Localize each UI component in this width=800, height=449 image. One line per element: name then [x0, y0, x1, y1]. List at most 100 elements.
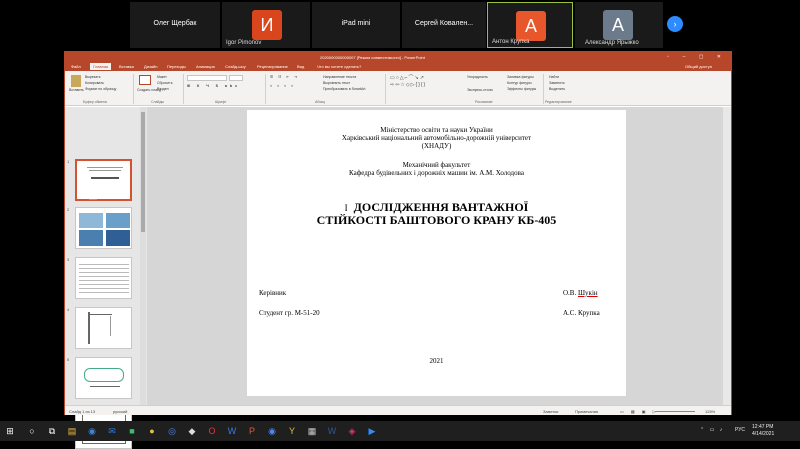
paste-icon[interactable]	[71, 75, 81, 87]
slide-thumbnail[interactable]	[75, 307, 132, 349]
avatar: И	[252, 10, 282, 40]
chrome-icon[interactable]: ◎	[166, 425, 178, 437]
system-tray-icons[interactable]: ⌃ ▭ ♪	[700, 427, 724, 433]
tell-me-search[interactable]: Что вы хотите сделать?	[317, 64, 361, 69]
opera-icon[interactable]: O	[206, 425, 218, 437]
shapes-gallery[interactable]: ▭○△⌐⌒↘↗ ⇨⇦☆◇▷{}()	[390, 75, 465, 97]
store-icon[interactable]: ■	[126, 425, 138, 437]
find-button[interactable]: Найти	[549, 75, 559, 79]
app-icon[interactable]: ◉	[86, 425, 98, 437]
thumb-number: 4	[67, 307, 70, 312]
slide-year: 2021	[429, 357, 444, 365]
clock-time[interactable]: 12:47 PM	[752, 424, 773, 430]
font-format-buttons[interactable]: Ж К Ч S abc	[187, 84, 240, 88]
slide-thumbnail-selected[interactable]	[75, 159, 132, 201]
layout-button[interactable]: Макет	[157, 75, 167, 79]
slide-canvas: Міністерство освіти та науки України Хар…	[147, 107, 723, 405]
tab-review[interactable]: Рецензирование	[257, 64, 288, 69]
paste-button[interactable]: Вставить	[69, 88, 84, 92]
participant-tile[interactable]: Олег Щербак	[130, 2, 220, 48]
powerpoint-icon[interactable]: P	[246, 425, 258, 437]
app-icon[interactable]: ●	[146, 425, 158, 437]
group-label: Абзац	[315, 100, 325, 104]
align-text-button[interactable]: Выровнять текст	[323, 81, 350, 85]
shape-outline-button[interactable]: Контур фигуры	[507, 81, 531, 85]
participant-name: Сергей Ковален...	[414, 20, 474, 27]
list-buttons[interactable]: ☰ ☷ ⇤ ⇥	[270, 75, 299, 79]
slide-title[interactable]: I ДОСЛІДЖЕННЯ ВАНТАЖНОЇ СТІЙКОСТІ БАШТОВ…	[247, 201, 626, 226]
ministry-text: Міністерство освіти та науки України	[380, 126, 493, 134]
app-icon[interactable]: ◈	[346, 425, 358, 437]
copy-button[interactable]: Копировать	[85, 81, 104, 85]
new-slide-icon[interactable]	[139, 75, 151, 85]
view-buttons[interactable]: ▭ ▦ ▣ ▷	[620, 409, 659, 414]
language-indicator[interactable]: РУС	[735, 427, 745, 433]
tab-insert[interactable]: Вставка	[119, 64, 134, 69]
search-icon[interactable]: ○	[26, 425, 38, 437]
word-icon[interactable]: W	[226, 425, 238, 437]
participant-tile[interactable]: А Александр Ярыжко	[575, 2, 663, 48]
text-direction-button[interactable]: Направление текста	[323, 75, 356, 79]
task-view-icon[interactable]: ⧉	[46, 425, 58, 437]
cut-button[interactable]: Вырезать	[85, 75, 101, 79]
file-explorer-icon[interactable]: ▤	[66, 425, 78, 437]
shape-fill-button[interactable]: Заливка фигуры	[507, 75, 534, 79]
tab-design[interactable]: Дизайн	[144, 64, 157, 69]
divider	[183, 74, 184, 104]
tab-slideshow[interactable]: Слайд-шоу	[225, 64, 246, 69]
slide-thumbnail[interactable]	[75, 207, 132, 249]
app-icon[interactable]: ▦	[306, 425, 318, 437]
participant-tile-active[interactable]: А Антон Крупка	[487, 2, 573, 48]
participant-tile[interactable]: Сергей Ковален...	[402, 2, 486, 48]
faculty-text: Механічний факультет	[402, 161, 471, 169]
replace-button[interactable]: Заменить	[549, 81, 565, 85]
faculty-block: Механічний факультет Кафедра будівельних…	[247, 161, 626, 177]
comments-button[interactable]: Примечания	[575, 409, 598, 414]
font-size-select[interactable]	[229, 75, 243, 81]
slide-thumbnail[interactable]	[75, 357, 132, 399]
language-indicator[interactable]: русский	[113, 409, 127, 414]
mail-icon[interactable]: ✉	[106, 425, 118, 437]
font-family-select[interactable]	[187, 75, 227, 81]
app-icon[interactable]: W	[326, 425, 338, 437]
windows-start-icon[interactable]: ⊞	[4, 425, 16, 437]
next-participants-button[interactable]: ›	[667, 16, 683, 32]
tab-file[interactable]: Файл	[71, 64, 81, 69]
tab-animations[interactable]: Анимация	[196, 64, 215, 69]
yandex-icon[interactable]: Y	[286, 425, 298, 437]
app-icon[interactable]: ◆	[186, 425, 198, 437]
reset-button[interactable]: Сбросить	[157, 81, 173, 85]
group-label: Буфер обмена	[83, 100, 107, 104]
group-label: Шрифт	[215, 100, 227, 104]
section-button[interactable]: Раздел	[157, 87, 169, 91]
participant-tile[interactable]: И Igor Pimonov	[222, 2, 310, 48]
tab-home[interactable]: Главная	[90, 63, 112, 70]
format-painter-button[interactable]: Формат по образцу	[85, 87, 116, 91]
notes-button[interactable]: Заметки	[543, 409, 558, 414]
clock-date[interactable]: 4/14/2021	[752, 431, 774, 437]
smartart-button[interactable]: Преобразовать в SmartArt	[323, 87, 365, 91]
zoom-slider[interactable]	[655, 411, 695, 412]
thumb-number: 2	[67, 207, 70, 212]
select-button[interactable]: Выделить	[549, 87, 565, 91]
zoom-app-icon[interactable]: ▶	[366, 425, 378, 437]
thumb-number: 5	[67, 357, 70, 362]
department-text: Кафедра будівельних і дорожніх машин ім.…	[349, 169, 524, 177]
slide-thumbnail[interactable]	[75, 257, 132, 299]
thumbnails-scrollbar[interactable]	[140, 107, 146, 405]
share-button[interactable]: Общий доступ	[685, 64, 712, 69]
participant-tile[interactable]: iPad mini	[312, 2, 400, 48]
zoom-level[interactable]: 125%	[705, 409, 715, 414]
app-icon[interactable]: ◉	[266, 425, 278, 437]
arrange-button[interactable]: Упорядочить	[467, 75, 488, 79]
tab-view[interactable]: Вид	[297, 64, 304, 69]
ribbon: Вставить Вырезать Копировать Формат по о…	[65, 71, 731, 106]
slide-scrollbar[interactable]	[723, 107, 731, 405]
window-controls[interactable]: ▫ – ▢ ✕	[667, 54, 727, 60]
shape-effects-button[interactable]: Эффекты фигуры	[507, 87, 536, 91]
current-slide[interactable]: Міністерство освіти та науки України Хар…	[247, 110, 626, 396]
align-buttons[interactable]: ≡ ≡ ≡ ≡	[270, 84, 295, 88]
student-label: Студент гр. М-51-20	[259, 309, 320, 317]
quick-styles-button[interactable]: Экспресс-стили	[467, 88, 493, 92]
tab-transitions[interactable]: Переходы	[167, 64, 186, 69]
